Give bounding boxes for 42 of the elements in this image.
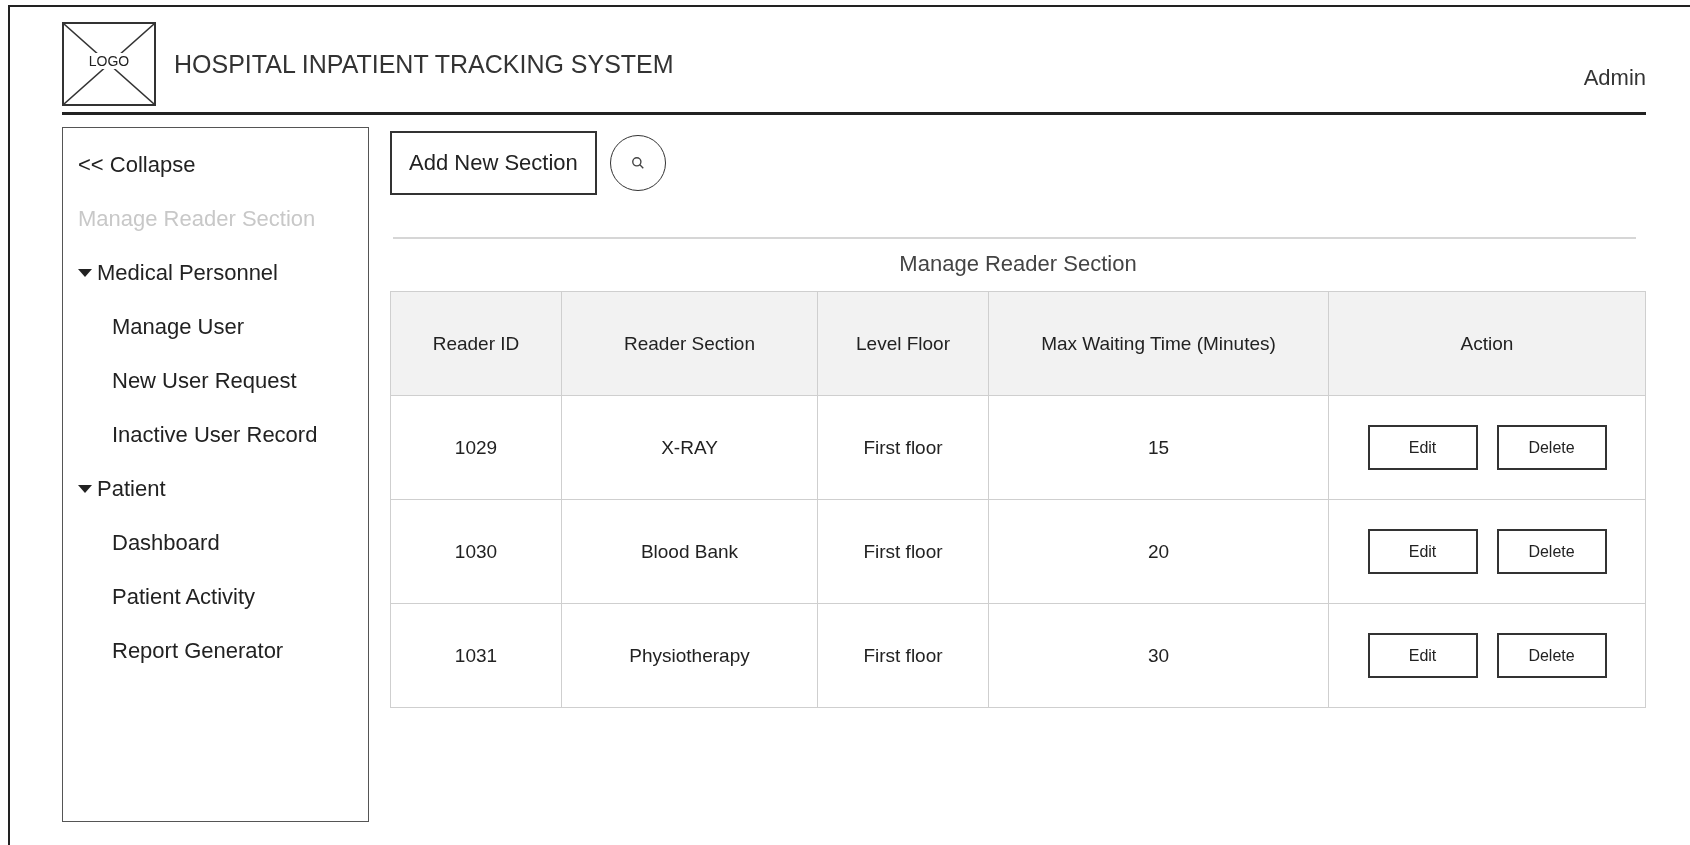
table-cell: Physiotherapy xyxy=(561,603,818,708)
group-label: Patient xyxy=(97,476,166,502)
caret-icon xyxy=(78,269,92,277)
table-cell: 1031 xyxy=(390,603,562,708)
delete-button[interactable]: Delete xyxy=(1496,633,1607,678)
sidebar-item[interactable]: Inactive User Record xyxy=(78,408,318,462)
group-label: Medical Personnel xyxy=(97,260,278,286)
table-cell: 30 xyxy=(988,603,1329,708)
table-cell: First floor xyxy=(817,499,989,604)
sidebar-group[interactable]: Patient xyxy=(78,462,166,516)
column-header: Reader Section xyxy=(561,291,818,396)
column-header: Max Waiting Time (Minutes) xyxy=(988,291,1329,396)
column-header: Reader ID xyxy=(390,291,562,396)
sidebar-item[interactable]: Report Generator xyxy=(78,624,284,678)
sidebar-group[interactable]: Medical Personnel xyxy=(78,246,278,300)
column-header: Level Floor xyxy=(817,291,989,396)
collapse-link[interactable]: << Collapse xyxy=(78,138,196,192)
table-cell: Blood Bank xyxy=(561,499,818,604)
edit-button[interactable]: Edit xyxy=(1367,633,1478,678)
table-cell: 1030 xyxy=(390,499,562,604)
edit-button[interactable]: Edit xyxy=(1367,425,1478,470)
edit-button[interactable]: Edit xyxy=(1367,529,1478,574)
column-header: Action xyxy=(1328,291,1646,396)
delete-button[interactable]: Delete xyxy=(1496,529,1607,574)
table-caption: Manage Reader Section xyxy=(898,251,1138,277)
sidebar-item[interactable]: New User Request xyxy=(78,354,297,408)
caret-icon xyxy=(78,485,92,493)
table-cell: First floor xyxy=(817,603,989,708)
sidebar-item[interactable]: Dashboard xyxy=(78,516,220,570)
table-cell: X-RAY xyxy=(561,395,818,500)
sidebar-item[interactable]: Manage User xyxy=(78,300,245,354)
logo-text: LOGO xyxy=(86,53,132,69)
table-cell: 20 xyxy=(988,499,1329,604)
user-name[interactable]: Admin xyxy=(1583,65,1646,91)
app-title: HOSPITAL INPATIENT TRACKING SYSTEM xyxy=(174,50,675,79)
table-cell: First floor xyxy=(817,395,989,500)
table-cell: 1029 xyxy=(390,395,562,500)
add-section-button[interactable]: Add New Section xyxy=(390,131,597,195)
delete-button[interactable]: Delete xyxy=(1496,425,1607,470)
sidebar-item[interactable]: Patient Activity xyxy=(78,570,256,624)
search-icon xyxy=(630,156,645,170)
table-cell: 15 xyxy=(988,395,1329,500)
